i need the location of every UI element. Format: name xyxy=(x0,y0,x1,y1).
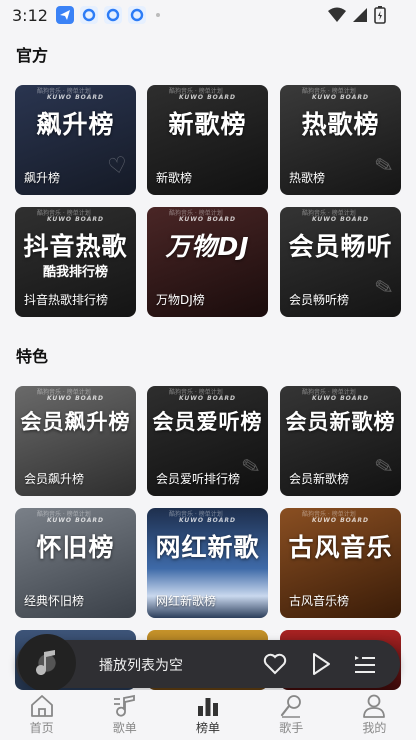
chart-card-new-songs[interactable]: 酷狗音乐 · 榜单计划 KUWO BOARD 新歌榜 新歌榜 xyxy=(147,85,268,195)
battery-icon xyxy=(374,6,386,24)
brand-label: KUWO BOARD xyxy=(178,517,237,524)
chart-card-vip-soaring[interactable]: 酷狗音乐 · 榜单计划 KUWO BOARD 会员飙升榜 会员飙升榜 xyxy=(15,386,136,496)
chart-card-ancient-style[interactable]: 酷狗音乐 · 榜单计划 KUWO BOARD 古风音乐 古风音乐榜 xyxy=(280,508,401,618)
card-headline: 怀旧榜 xyxy=(36,533,115,562)
brand-label: KUWO BOARD xyxy=(178,395,237,402)
card-name: 会员飙升榜 xyxy=(24,472,85,486)
chart-list[interactable]: 官方 酷狗音乐 · 榜单计划 KUWO BOARD ♡ 飙升榜 飙升榜 酷狗音乐… xyxy=(0,30,416,690)
tab-mine[interactable]: 我的 xyxy=(333,690,416,740)
brand-label: KUWO BOARD xyxy=(311,216,370,223)
card-headline: 新歌榜 xyxy=(168,110,247,139)
brand-label: KUWO BOARD xyxy=(46,395,105,402)
tab-singers[interactable]: 歌手 xyxy=(250,690,333,740)
chart-card-vip-favorite[interactable]: 酷狗音乐 · 榜单计划 KUWO BOARD ✎ 会员爱听榜 会员爱听排行榜 xyxy=(147,386,268,496)
brand-label: KUWO BOARD xyxy=(311,395,370,402)
chart-icon xyxy=(198,698,218,716)
play-icon xyxy=(313,653,330,675)
card-name: 飙升榜 xyxy=(24,171,61,185)
music-note-icon xyxy=(36,650,55,675)
card-name: 网红新歌榜 xyxy=(156,594,217,608)
tab-charts[interactable]: 榜单 xyxy=(166,690,249,740)
brand-label: KUWO BOARD xyxy=(46,94,105,101)
mini-player[interactable]: 播放列表为空 xyxy=(16,634,400,692)
tab-home[interactable]: 首页 xyxy=(0,690,83,740)
card-headline: 会员新歌榜 xyxy=(285,410,396,434)
brand-label: KUWO BOARD xyxy=(178,216,237,223)
playlist-button[interactable] xyxy=(352,651,378,677)
tab-playlists[interactable]: 歌单 xyxy=(83,690,166,740)
brand-label: KUWO BOARD xyxy=(178,94,237,101)
brand-label: KUWO BOARD xyxy=(46,517,105,524)
section-title-official: 官方 xyxy=(16,46,49,65)
card-name: 会员新歌榜 xyxy=(289,472,350,486)
play-button[interactable] xyxy=(308,651,334,677)
microphone-icon xyxy=(281,695,302,718)
home-icon xyxy=(30,695,53,717)
tab-label: 榜单 xyxy=(196,721,221,735)
send-app-icon xyxy=(55,6,74,24)
chart-card-vip-new[interactable]: 酷狗音乐 · 榜单计划 KUWO BOARD ✎ 会员新歌榜 会员新歌榜 xyxy=(280,386,401,496)
card-headline: 会员爱听榜 xyxy=(152,410,263,434)
status-bar: 3:12 xyxy=(0,0,416,30)
app-notification-icon-2 xyxy=(103,6,122,24)
card-name: 经典怀旧榜 xyxy=(24,594,85,608)
chart-card-influencer[interactable]: 酷狗音乐 · 榜单计划 KUWO BOARD 网红新歌 网红新歌榜 xyxy=(147,508,268,618)
music-note-icon xyxy=(113,694,135,717)
card-name: 热歌榜 xyxy=(289,171,326,185)
chart-card-dj[interactable]: 酷狗音乐 · 榜单计划 KUWO BOARD 万物DJ 万物DJ榜 xyxy=(147,207,268,317)
card-subheadline: 酷我排行榜 xyxy=(42,265,108,280)
tab-label: 歌手 xyxy=(279,721,304,735)
chart-card-vip-listen[interactable]: 酷狗音乐 · 榜单计划 KUWO BOARD ✎ 会员畅听 会员畅听榜 xyxy=(280,207,401,317)
tab-label: 首页 xyxy=(29,721,54,735)
like-button[interactable] xyxy=(262,651,288,677)
app-notification-icon-3 xyxy=(127,6,146,24)
tab-label: 我的 xyxy=(362,721,387,735)
heart-icon xyxy=(263,653,287,675)
status-time: 3:12 xyxy=(12,5,48,25)
tab-label: 歌单 xyxy=(112,721,137,735)
chart-card-soaring[interactable]: 酷狗音乐 · 榜单计划 KUWO BOARD ♡ 飙升榜 飙升榜 xyxy=(15,85,136,195)
chart-card-hot-songs[interactable]: 酷狗音乐 · 榜单计划 KUWO BOARD ✎ 热歌榜 热歌榜 xyxy=(280,85,401,195)
app-notification-icon-1 xyxy=(79,6,98,24)
bottom-tab-bar: 首页 歌单 榜单 歌手 我的 xyxy=(0,690,416,740)
card-headline: 飙升榜 xyxy=(36,110,115,139)
chart-card-douyin[interactable]: 酷狗音乐 · 榜单计划 KUWO BOARD 抖音热歌 酷我排行榜 抖音热歌排行… xyxy=(15,207,136,317)
card-headline: 抖音热歌 xyxy=(23,232,128,261)
card-headline: 万物DJ xyxy=(165,232,250,261)
brand-label: KUWO BOARD xyxy=(311,94,370,101)
profile-icon xyxy=(363,694,386,718)
card-name: 会员爱听排行榜 xyxy=(156,472,241,486)
card-headline: 会员畅听 xyxy=(288,232,393,261)
card-headline: 古风音乐 xyxy=(288,533,393,562)
album-disc[interactable] xyxy=(18,634,76,692)
more-notifications-dot-icon xyxy=(155,13,160,17)
card-name: 万物DJ榜 xyxy=(156,293,205,307)
card-name: 会员畅听榜 xyxy=(289,293,350,307)
brand-label: KUWO BOARD xyxy=(311,517,370,524)
card-name: 抖音热歌排行榜 xyxy=(24,293,109,307)
playlist-status: 播放列表为空 xyxy=(99,658,183,674)
card-headline: 会员飙升榜 xyxy=(20,410,131,434)
card-headline: 网红新歌 xyxy=(155,533,260,562)
playlist-icon xyxy=(355,656,375,673)
card-name: 新歌榜 xyxy=(156,171,193,185)
card-headline: 热歌榜 xyxy=(301,110,380,139)
brand-label: KUWO BOARD xyxy=(46,216,105,223)
chart-card-nostalgia[interactable]: 酷狗音乐 · 榜单计划 KUWO BOARD 怀旧榜 经典怀旧榜 xyxy=(15,508,136,618)
card-name: 古风音乐榜 xyxy=(289,594,350,608)
signal-icon xyxy=(353,8,367,22)
section-title-featured: 特色 xyxy=(16,347,49,366)
wifi-icon xyxy=(328,7,346,22)
